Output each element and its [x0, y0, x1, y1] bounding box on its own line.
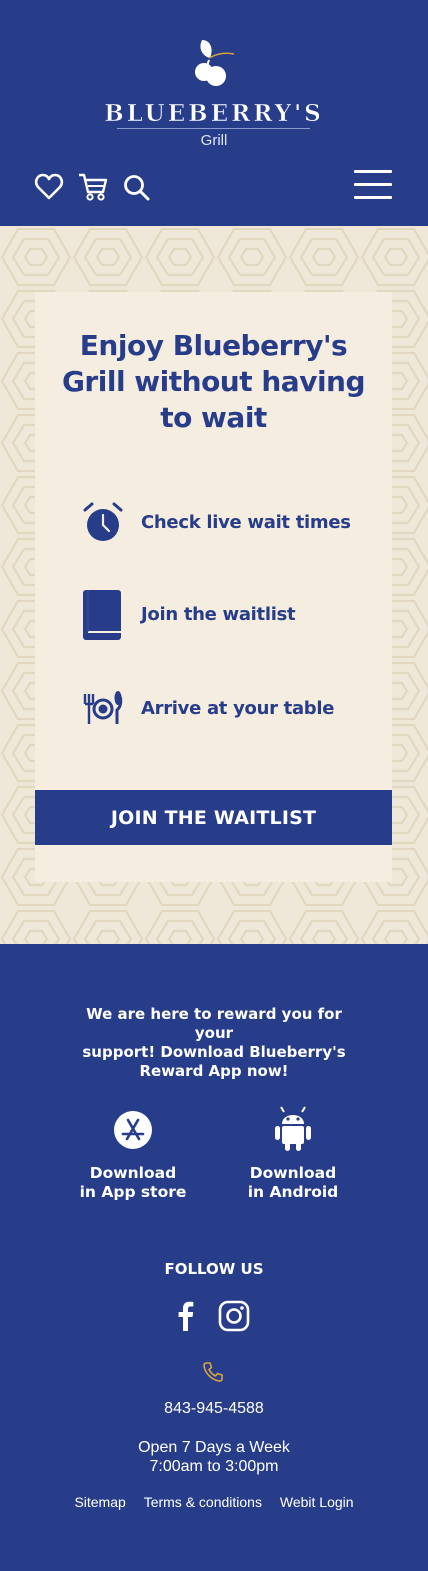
hero-title: Enjoy Blueberry's Grill without having t…	[61, 329, 366, 434]
search-icon[interactable]	[122, 172, 152, 202]
brand-divider	[117, 128, 310, 129]
hamburger-menu-icon[interactable]	[354, 170, 392, 200]
phone-number[interactable]: 843-945-4588	[0, 1400, 428, 1418]
book-icon	[83, 590, 121, 640]
feature-wait-times: Check live wait times	[81, 498, 371, 548]
feature-label: Check live wait times	[141, 512, 351, 533]
android-icon	[275, 1106, 311, 1151]
blueberry-logo-icon[interactable]	[190, 36, 236, 88]
facebook-icon[interactable]	[170, 1300, 202, 1332]
join-waitlist-button[interactable]: JOIN THE WAITLIST	[35, 790, 392, 845]
utensils-plate-icon	[83, 690, 123, 724]
brand-name: BLUEBERRY'S	[104, 100, 324, 128]
app-store-icon	[114, 1111, 152, 1149]
feature-arrive-table: Arrive at your table	[81, 684, 371, 734]
site-header: BLUEBERRY'S Grill	[0, 0, 428, 226]
feature-join-waitlist: Join the waitlist	[81, 590, 371, 640]
feature-label: Join the waitlist	[141, 604, 296, 625]
webit-login-link[interactable]: Webit Login	[280, 1494, 354, 1510]
opening-hours: Open 7 Days a Week 7:00am to 3:00pm	[138, 1439, 290, 1475]
cart-icon[interactable]	[78, 172, 108, 202]
brand-subtitle: Grill	[200, 132, 228, 149]
hero-section: Enjoy Blueberry's Grill without having t…	[0, 226, 428, 944]
app-store-label: Download in App store	[79, 1164, 187, 1201]
instagram-icon[interactable]	[218, 1300, 250, 1332]
download-android-link[interactable]: Download in Android	[218, 1104, 368, 1202]
site-footer: We are here to reward you for your suppo…	[0, 944, 428, 1571]
heart-icon[interactable]	[34, 172, 64, 202]
android-label: Download in Android	[247, 1164, 339, 1201]
footer-links: Sitemap Terms & conditions Webit Login	[0, 1494, 428, 1510]
terms-link[interactable]: Terms & conditions	[144, 1494, 262, 1510]
download-app-store-link[interactable]: Download in App store	[58, 1104, 208, 1202]
follow-us-heading: FOLLOW US	[164, 1260, 264, 1278]
feature-label: Arrive at your table	[141, 698, 335, 719]
phone-icon	[203, 1362, 223, 1382]
alarm-clock-icon	[83, 502, 123, 541]
reward-message: We are here to reward you for your suppo…	[82, 1005, 346, 1080]
sitemap-link[interactable]: Sitemap	[74, 1494, 125, 1510]
